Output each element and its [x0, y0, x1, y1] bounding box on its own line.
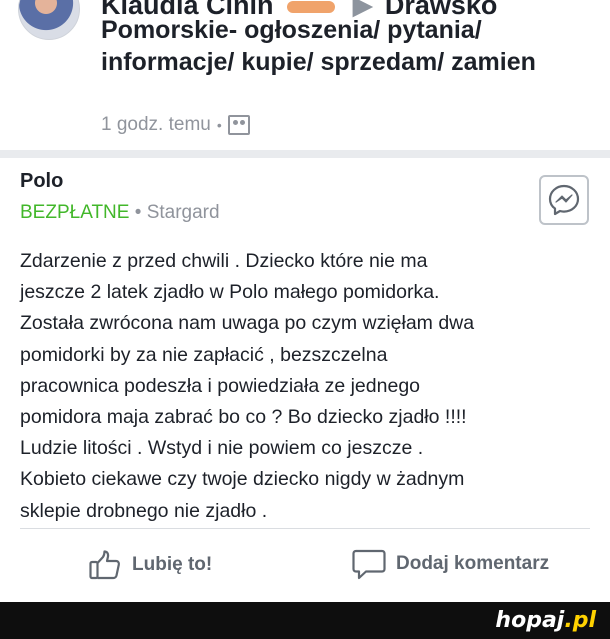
listing-title[interactable]: Polo	[20, 170, 63, 193]
post-line: pomidorki by za nie zapłacić , bezszczel…	[20, 343, 388, 366]
group-name[interactable]: Pomorskie- ogłoszenia/ pytania/ informac…	[101, 14, 571, 78]
redaction-scribble	[287, 0, 336, 13]
post-line: pracownica podeszła i powiedziała ze jed…	[20, 374, 421, 397]
post-line: jeszcze 2 latek zjadło w Polo małego pom…	[20, 281, 440, 304]
thumbs-up-icon	[89, 550, 121, 580]
comment-button[interactable]: Dodaj komentarz	[352, 548, 549, 580]
post-timestamp[interactable]: 1 godz. temu	[101, 114, 211, 136]
listing-price: BEZPŁATNE	[20, 202, 130, 223]
like-label: Lubię to!	[132, 554, 213, 575]
post-meta: 1 godz. temu •	[101, 114, 250, 136]
meta-separator: •	[216, 117, 222, 133]
watermark-tld: .pl	[564, 608, 596, 633]
messenger-icon	[548, 184, 580, 216]
messenger-button[interactable]	[539, 175, 589, 225]
avatar[interactable]	[18, 0, 80, 40]
like-button[interactable]: Lubię to!	[88, 548, 212, 582]
watermark-name: hopaj	[495, 608, 565, 633]
post-line: Została zwrócona nam uwaga po czym wzięł…	[20, 312, 475, 335]
post-line: sklepie drobnego nie zjadło .	[20, 499, 268, 522]
listing-location: Stargard	[146, 202, 220, 223]
post-line: Ludzie litości . Wstyd i nie powiem co j…	[20, 437, 424, 460]
watermark-bar: hopaj.pl	[0, 602, 610, 639]
group-icon	[227, 115, 250, 135]
comment-bubble-icon	[352, 549, 386, 580]
post-body: Zdarzenie z przed chwili . Dziecko które…	[20, 246, 592, 527]
post-line: Zdarzenie z przed chwili . Dziecko które…	[20, 250, 428, 272]
action-divider	[20, 528, 590, 529]
post-header: Klaudia Cinin ▶ Drawsko Pomorskie- ogłos…	[0, 0, 610, 150]
post-line: pomidora maja zabrać bo co ? Bo dziecko …	[20, 406, 467, 429]
comment-label: Dodaj komentarz	[396, 553, 550, 574]
section-divider	[0, 150, 610, 158]
meta-separator: •	[134, 202, 142, 223]
listing-meta: BEZPŁATNE • Stargard	[20, 202, 220, 224]
post-line: Kobieto ciekawe czy twoje dziecko nigdy …	[20, 468, 465, 491]
watermark-logo: hopaj.pl	[495, 608, 596, 633]
